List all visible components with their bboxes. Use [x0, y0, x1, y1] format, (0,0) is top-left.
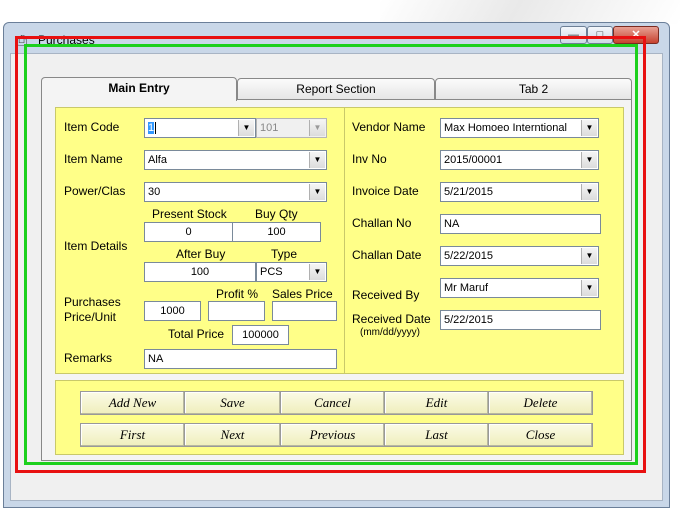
buy-qty-field[interactable]: 100 — [232, 222, 321, 242]
invoice-date-value: 5/21/2015 — [444, 186, 493, 198]
present-stock-label: Present Stock — [152, 207, 227, 221]
item-details-label: Item Details — [64, 239, 128, 253]
item-code-value: 1 — [148, 122, 155, 134]
profit-label: Profit % — [216, 287, 259, 301]
edit-button[interactable]: Edit — [384, 391, 489, 415]
cancel-button[interactable]: Cancel — [280, 391, 385, 415]
vendor-name-label: Vendor Name — [352, 120, 426, 134]
type-value: PCS — [260, 266, 283, 278]
text-caret — [155, 122, 157, 135]
remarks-field[interactable]: NA — [144, 349, 337, 369]
inv-no-value: 2015/00001 — [444, 154, 503, 166]
chevron-down-icon: ▼ — [309, 120, 325, 136]
previous-button[interactable]: Previous — [280, 423, 385, 447]
received-date-field[interactable]: 5/22/2015 — [440, 310, 601, 330]
vendor-name-value: Max Homoeo Interntional — [444, 122, 567, 134]
tab-label: Tab 2 — [518, 82, 549, 96]
item-name-dropdown[interactable]: Alfa ▼ — [144, 150, 327, 170]
tab-label: Main Entry — [108, 81, 170, 95]
profit-field[interactable] — [208, 301, 265, 321]
power-clas-value: 30 — [148, 186, 161, 198]
item-code-number-value: 101 — [260, 122, 279, 134]
first-button[interactable]: First — [80, 423, 185, 447]
received-by-label: Received By — [352, 288, 420, 302]
chevron-down-icon[interactable]: ▼ — [309, 264, 325, 280]
sales-price-label: Sales Price — [272, 287, 333, 301]
tab-label: Report Section — [296, 82, 376, 96]
inv-no-label: Inv No — [352, 152, 387, 166]
challan-no-field[interactable]: NA — [440, 214, 601, 234]
item-code-number-dropdown: 101 ▼ — [256, 118, 327, 138]
invoice-date-label: Invoice Date — [352, 184, 419, 198]
invoice-date-picker[interactable]: 5/21/2015 ▼ — [440, 182, 599, 202]
item-code-dropdown[interactable]: 1 ▼ — [144, 118, 256, 138]
item-name-value: Alfa — [148, 154, 167, 166]
sales-price-field[interactable] — [272, 301, 337, 321]
power-clas-label: Power/Clas — [64, 184, 126, 198]
save-button[interactable]: Save — [184, 391, 281, 415]
received-date-label: Received Date — [352, 312, 431, 326]
challan-date-picker[interactable]: 5/22/2015 ▼ — [440, 246, 599, 266]
tab-main-entry[interactable]: Main Entry — [41, 77, 237, 101]
chevron-down-icon[interactable]: ▼ — [581, 152, 597, 168]
total-price-label: Total Price — [168, 327, 225, 341]
total-price-field[interactable]: 100000 — [232, 325, 289, 345]
item-name-label: Item Name — [64, 152, 123, 166]
chevron-down-icon[interactable]: ▼ — [581, 248, 597, 264]
remarks-label: Remarks — [64, 351, 113, 365]
challan-date-value: 5/22/2015 — [444, 250, 493, 262]
received-by-dropdown[interactable]: Mr Maruf ▼ — [440, 278, 599, 298]
buy-qty-label: Buy Qty — [255, 207, 298, 221]
purchase-price-field[interactable]: 1000 — [144, 301, 201, 321]
item-code-label: Item Code — [64, 120, 120, 134]
desktop-background — [380, 0, 680, 24]
type-label: Type — [271, 247, 298, 261]
received-by-value: Mr Maruf — [444, 282, 488, 294]
chevron-down-icon[interactable]: ▼ — [581, 280, 597, 296]
last-button[interactable]: Last — [384, 423, 489, 447]
add-new-button[interactable]: Add New — [80, 391, 185, 415]
after-buy-label: After Buy — [176, 247, 226, 261]
chevron-down-icon[interactable]: ▼ — [309, 184, 325, 200]
chevron-down-icon[interactable]: ▼ — [581, 120, 597, 136]
inv-no-dropdown[interactable]: 2015/00001 ▼ — [440, 150, 599, 170]
vendor-name-dropdown[interactable]: Max Homoeo Interntional ▼ — [440, 118, 599, 138]
present-stock-field[interactable]: 0 — [144, 222, 233, 242]
tab-report-section[interactable]: Report Section — [237, 78, 435, 100]
challan-no-label: Challan No — [352, 216, 412, 230]
challan-date-label: Challan Date — [352, 248, 422, 262]
type-dropdown[interactable]: PCS ▼ — [256, 262, 327, 282]
received-date-hint: (mm/dd/yyyy) — [360, 327, 420, 338]
chevron-down-icon[interactable]: ▼ — [581, 184, 597, 200]
chevron-down-icon[interactable]: ▼ — [309, 152, 325, 168]
next-button[interactable]: Next — [184, 423, 281, 447]
chevron-down-icon[interactable]: ▼ — [238, 120, 254, 136]
delete-button[interactable]: Delete — [488, 391, 593, 415]
purchase-price-label-line2: Price/Unit — [64, 310, 117, 324]
after-buy-field[interactable]: 100 — [144, 262, 256, 282]
close-button[interactable]: Close — [488, 423, 593, 447]
purchase-price-label-line1: Purchases — [64, 295, 121, 309]
tab-2[interactable]: Tab 2 — [435, 78, 632, 100]
power-clas-dropdown[interactable]: 30 ▼ — [144, 182, 327, 202]
